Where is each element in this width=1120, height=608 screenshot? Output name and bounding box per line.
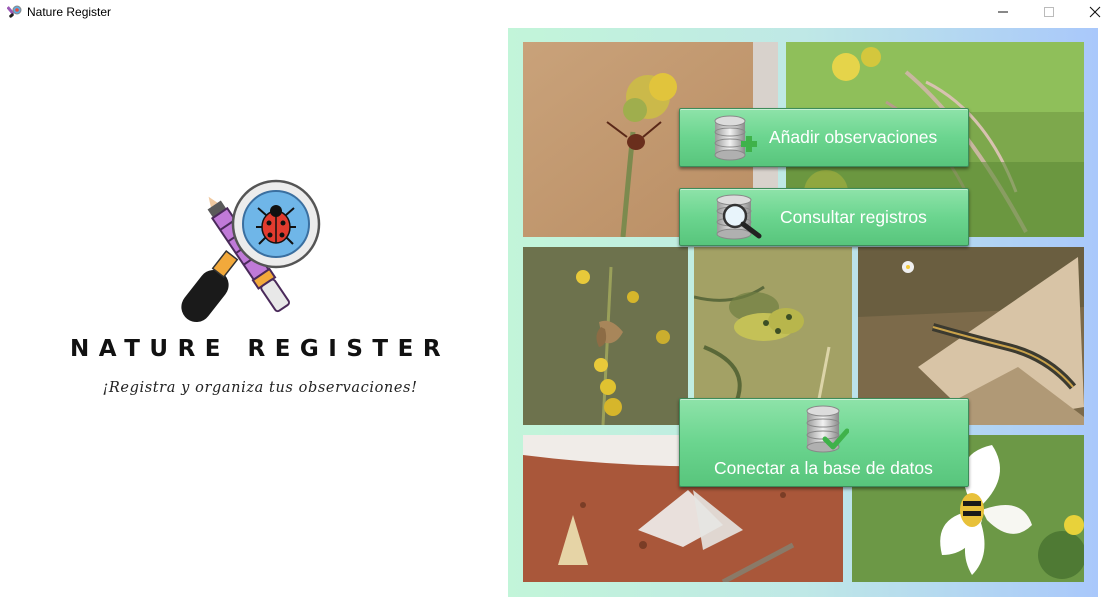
- connect-database-label: Conectar a la base de datos: [714, 458, 933, 478]
- query-records-button[interactable]: Consultar registros: [679, 188, 969, 246]
- minimize-icon: [998, 11, 1008, 13]
- connect-database-button[interactable]: Conectar a la base de datos: [679, 398, 969, 487]
- add-observations-button[interactable]: Añadir observaciones: [679, 108, 969, 167]
- query-records-label: Consultar registros: [780, 207, 927, 227]
- database-check-icon: [805, 405, 850, 458]
- butterfly-photo: [523, 247, 688, 425]
- close-icon: [1089, 6, 1101, 18]
- photo-butterfly: [523, 247, 688, 425]
- add-observations-label: Añadir observaciones: [769, 127, 938, 147]
- app-icon: [6, 4, 23, 20]
- maximize-icon: [1044, 7, 1054, 17]
- minimize-button[interactable]: [980, 0, 1026, 24]
- database-add-icon: [713, 115, 757, 166]
- database-search-icon: [715, 194, 765, 245]
- title-bar: Nature Register: [0, 0, 1120, 24]
- logo: [178, 175, 328, 325]
- close-button[interactable]: [1072, 0, 1118, 24]
- maximize-button[interactable]: [1026, 0, 1072, 24]
- pencil-magnifier-ladybug-icon: [181, 179, 321, 323]
- tagline: ¡Registra y organiza tus observaciones!: [102, 380, 418, 396]
- app-name: NATURE REGISTER: [69, 336, 451, 362]
- window-title: Nature Register: [27, 5, 112, 19]
